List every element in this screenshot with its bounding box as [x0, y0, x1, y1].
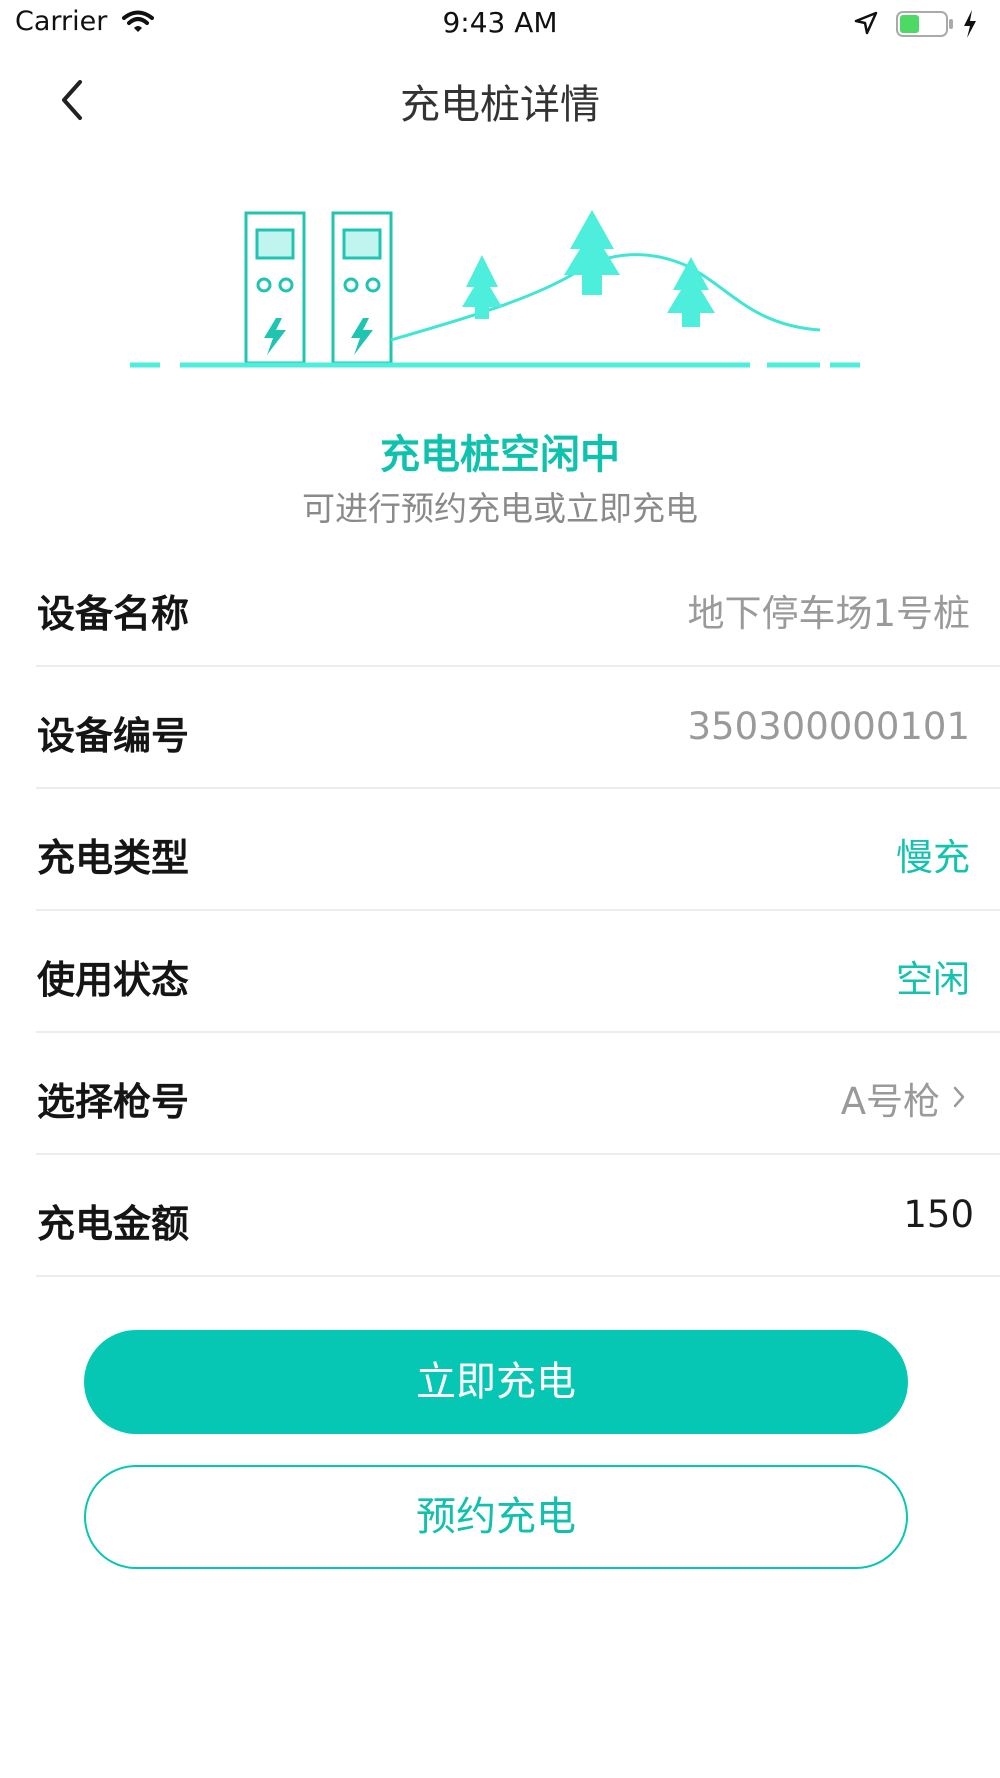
device-name-value: 地下停车场1号桩	[687, 592, 970, 635]
charge-type-value: 慢充	[896, 836, 970, 879]
charge-type-label: 充电类型	[37, 836, 190, 880]
location-arrow-icon	[854, 11, 878, 35]
detail-list: 设备名称 地下停车场1号桩 设备编号 350300000101 充电类型 慢充 …	[36, 545, 1000, 1277]
device-name-row: 设备名称 地下停车场1号桩	[36, 545, 1000, 667]
status-subtitle: 可进行预约充电或立即充电	[302, 489, 698, 528]
charge-amount-value[interactable]: 150	[903, 1193, 974, 1236]
device-id-row: 设备编号 350300000101	[36, 667, 1000, 789]
device-id-value: 350300000101	[687, 705, 971, 748]
select-gun-label: 选择枪号	[37, 1080, 190, 1124]
usage-status-value: 空闲	[896, 958, 970, 1001]
charge-amount-label: 充电金额	[37, 1202, 190, 1246]
status-time: 9:43 AM	[442, 6, 558, 39]
usage-status-row: 使用状态 空闲	[36, 911, 1000, 1033]
page-title: 充电桩详情	[400, 82, 600, 128]
device-name-label: 设备名称	[37, 592, 190, 636]
reserve-charge-button[interactable]: 预约充电	[84, 1465, 908, 1569]
usage-status-label: 使用状态	[37, 958, 190, 1002]
charging-bolt-icon	[964, 10, 976, 38]
chevron-right-icon	[953, 1086, 965, 1108]
battery-icon	[896, 11, 953, 37]
charge-amount-row: 充电金额 150	[36, 1155, 1000, 1277]
select-gun-value[interactable]: A号枪	[841, 1071, 940, 1125]
device-id-label: 设备编号	[37, 714, 190, 758]
charge-type-row: 充电类型 慢充	[36, 789, 1000, 911]
charge-now-button[interactable]: 立即充电	[84, 1330, 908, 1434]
charging-station-illustration	[130, 210, 860, 368]
navigation-bar: 充电桩详情	[0, 50, 1000, 150]
status-title: 充电桩空闲中	[380, 432, 620, 478]
status-bar: Carrier 9:43 AM	[0, 0, 1000, 50]
select-gun-row[interactable]: 选择枪号 A号枪	[36, 1033, 1000, 1155]
